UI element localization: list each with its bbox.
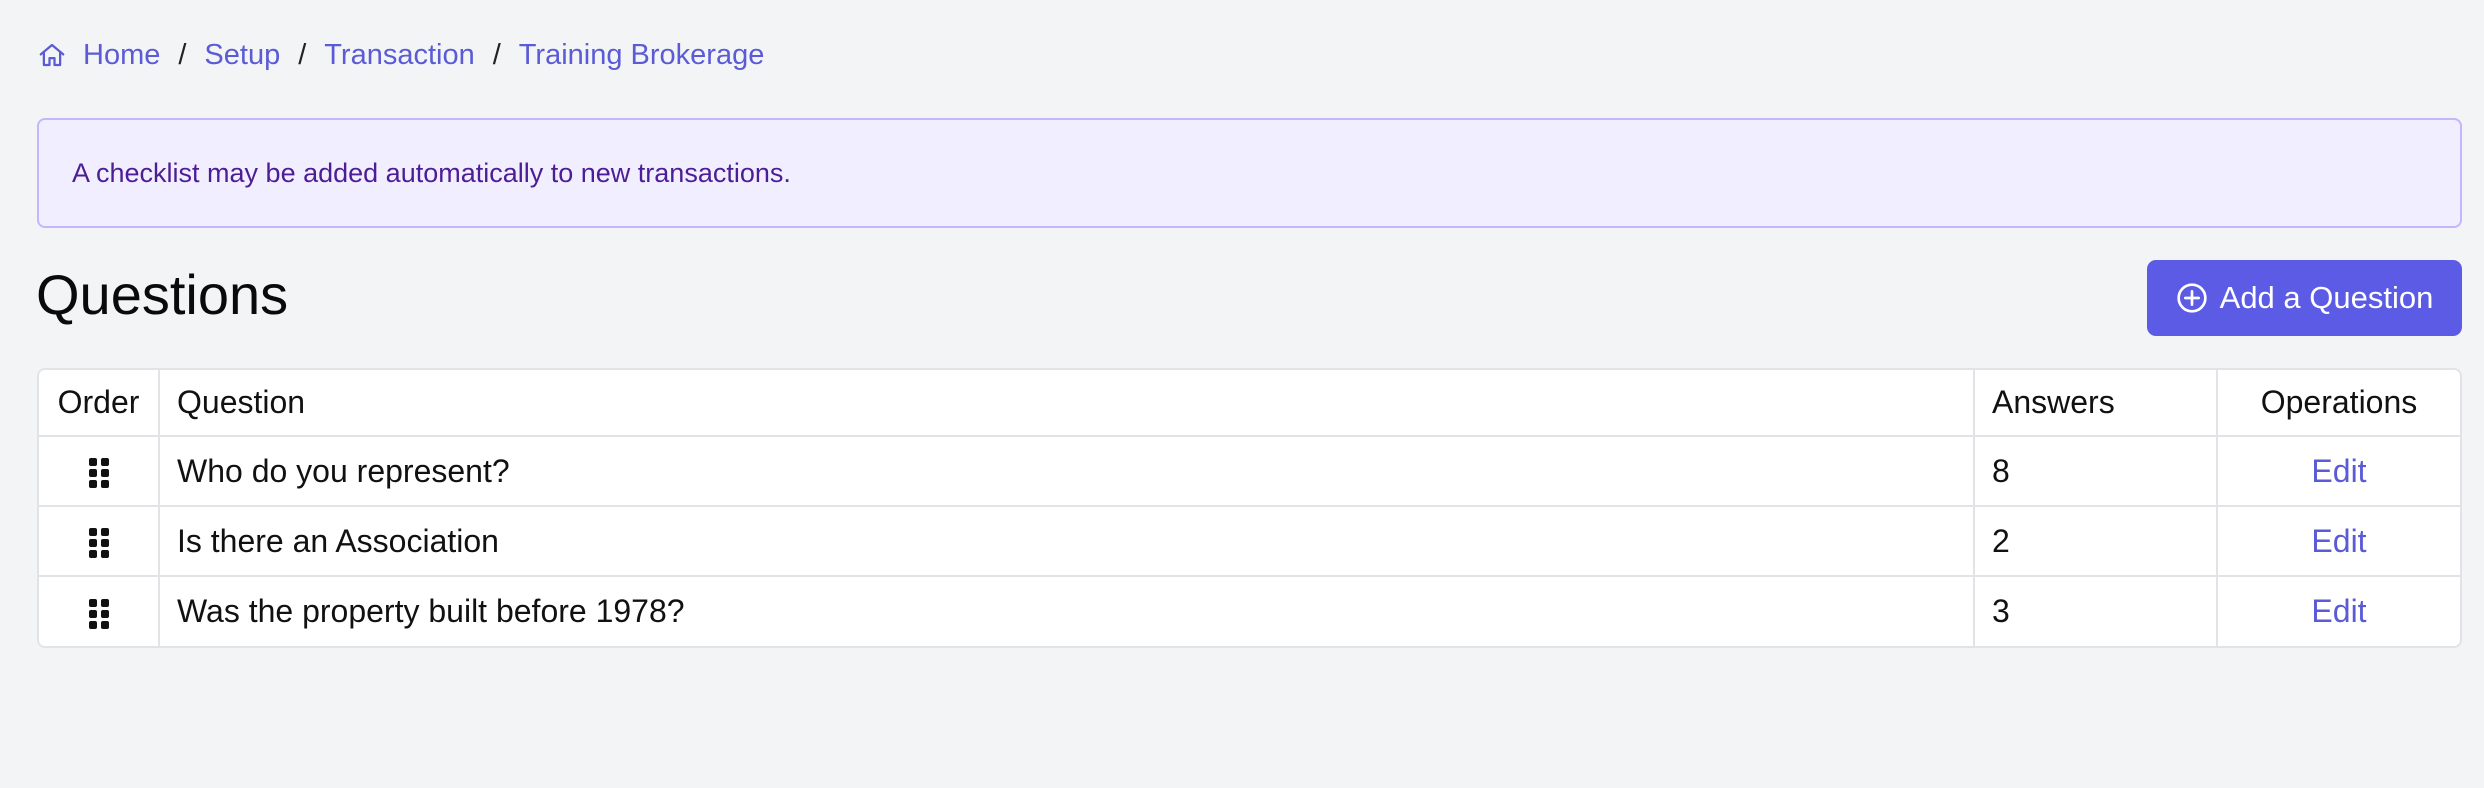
- answers-cell: 8: [1974, 436, 2218, 507]
- breadcrumb-transaction[interactable]: Transaction: [324, 39, 474, 72]
- plus-circle-icon: [2176, 282, 2208, 314]
- drag-handle-icon[interactable]: [88, 598, 109, 629]
- drag-handle-icon[interactable]: [88, 528, 109, 559]
- answers-cell: 2: [1974, 506, 2218, 577]
- breadcrumb-setup[interactable]: Setup: [204, 39, 280, 72]
- breadcrumb-separator: /: [492, 38, 501, 71]
- table-row: Was the property built before 1978? 3 Ed…: [39, 576, 2460, 646]
- page-title: Questions: [36, 263, 289, 326]
- column-header-order: Order: [39, 370, 160, 437]
- page: Home / Setup / Transaction / Training Br…: [0, 0, 2484, 788]
- info-alert: A checklist may be added automatically t…: [37, 118, 2462, 228]
- home-icon[interactable]: [37, 40, 67, 70]
- table-row: Who do you represent? 8 Edit: [39, 436, 2460, 507]
- question-cell: Was the property built before 1978?: [159, 576, 1975, 646]
- table-row: Is there an Association 2 Edit: [39, 506, 2460, 577]
- answers-cell: 3: [1974, 576, 2218, 646]
- breadcrumb-separator: /: [178, 38, 187, 71]
- questions-table: Order Question Answers Operations Who do…: [37, 368, 2462, 648]
- breadcrumb-separator: /: [298, 38, 307, 71]
- column-header-question: Question: [159, 370, 1975, 437]
- edit-link[interactable]: Edit: [2311, 523, 2366, 559]
- order-cell: [39, 506, 160, 577]
- order-cell: [39, 436, 160, 507]
- operations-cell: Edit: [2217, 506, 2460, 577]
- column-header-operations: Operations: [2217, 370, 2460, 437]
- add-question-label: Add a Question: [2219, 280, 2434, 315]
- operations-cell: Edit: [2217, 436, 2460, 507]
- breadcrumb-training-brokerage[interactable]: Training Brokerage: [519, 39, 765, 72]
- alert-message: A checklist may be added automatically t…: [72, 157, 791, 188]
- question-cell: Who do you represent?: [159, 436, 1975, 507]
- add-question-button[interactable]: Add a Question: [2147, 260, 2462, 336]
- column-header-answers: Answers: [1974, 370, 2218, 437]
- drag-handle-icon[interactable]: [88, 458, 109, 489]
- edit-link[interactable]: Edit: [2311, 453, 2366, 489]
- edit-link[interactable]: Edit: [2311, 593, 2366, 629]
- table-header-row: Order Question Answers Operations: [39, 370, 2460, 437]
- question-cell: Is there an Association: [159, 506, 1975, 577]
- order-cell: [39, 576, 160, 646]
- breadcrumb: Home / Setup / Transaction / Training Br…: [37, 34, 764, 76]
- operations-cell: Edit: [2217, 576, 2460, 646]
- breadcrumb-home[interactable]: Home: [83, 39, 160, 72]
